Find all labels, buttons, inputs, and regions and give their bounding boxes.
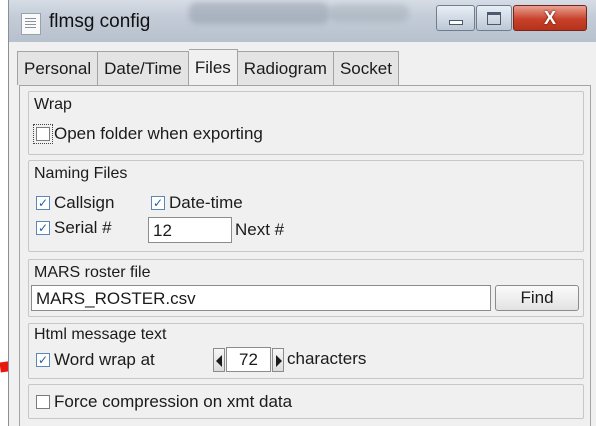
close-button[interactable]: X <box>513 5 587 31</box>
naming-files-group-label: Naming Files <box>34 165 128 182</box>
wrap-group: Wrap Open folder when exporting <box>28 91 584 155</box>
right-arrow-icon <box>276 355 282 367</box>
serial-option[interactable]: ✓ Serial # <box>36 218 112 238</box>
close-icon: X <box>543 7 556 28</box>
force-compression-option[interactable]: Force compression on xmt data <box>36 392 292 412</box>
maximize-icon <box>487 11 501 25</box>
tab-date-time[interactable]: Date/Time <box>98 51 189 85</box>
force-compression-checkbox[interactable] <box>36 395 50 409</box>
find-button[interactable]: Find <box>495 285 579 311</box>
open-folder-checkbox[interactable] <box>33 124 53 144</box>
open-folder-option[interactable]: Open folder when exporting <box>33 124 263 144</box>
mars-roster-group-label: MARS roster file <box>34 264 151 281</box>
word-wrap-checkbox[interactable]: ✓ <box>36 353 50 367</box>
mars-roster-group: MARS roster file MARS_ROSTER.csv Find <box>28 259 584 317</box>
word-wrap-label: Word wrap at <box>54 350 155 369</box>
tab-personal[interactable]: Personal <box>17 51 99 85</box>
callsign-label: Callsign <box>54 193 115 212</box>
config-window: flmsg config X Personal Date/Time Files … <box>8 0 596 426</box>
tab-files[interactable]: Files <box>188 49 238 85</box>
word-wrap-option[interactable]: ✓ Word wrap at <box>36 350 155 370</box>
wrap-group-label: Wrap <box>34 96 72 113</box>
mars-roster-file-input[interactable]: MARS_ROSTER.csv <box>31 285 491 311</box>
app-icon <box>21 13 41 35</box>
callsign-option[interactable]: ✓ Callsign <box>36 193 114 213</box>
tab-bar: Personal Date/Time Files Radiogram Socke… <box>17 49 399 85</box>
tab-radiogram[interactable]: Radiogram <box>237 51 334 85</box>
wrap-width-input[interactable]: 72 <box>226 347 271 372</box>
serial-label: Serial # <box>54 218 112 237</box>
minimize-icon <box>448 19 463 25</box>
next-serial-input[interactable]: 12 <box>148 217 232 243</box>
open-folder-label: Open folder when exporting <box>54 124 263 143</box>
compression-group: Force compression on xmt data <box>28 384 584 419</box>
files-tab-panel: Wrap Open folder when exporting Naming F… <box>19 85 591 426</box>
minimize-button[interactable] <box>436 5 475 31</box>
decrement-button[interactable] <box>213 348 225 372</box>
datetime-checkbox[interactable]: ✓ <box>151 196 165 210</box>
title-bar[interactable]: flmsg config X <box>9 0 596 42</box>
serial-checkbox[interactable]: ✓ <box>36 221 50 235</box>
next-serial-label: Next # <box>235 220 285 239</box>
maximize-button[interactable] <box>476 5 512 31</box>
tab-socket[interactable]: Socket <box>333 51 399 85</box>
datetime-option[interactable]: ✓ Date-time <box>151 193 243 213</box>
callsign-checkbox[interactable]: ✓ <box>36 196 50 210</box>
html-message-group-label: Html message text <box>34 326 167 343</box>
naming-files-group: Naming Files ✓ Callsign ✓ Date-time ✓ Se… <box>28 160 584 252</box>
increment-button[interactable] <box>272 348 284 372</box>
datetime-label: Date-time <box>169 193 243 212</box>
force-compression-label: Force compression on xmt data <box>54 392 293 411</box>
left-arrow-icon <box>216 355 222 367</box>
characters-label: characters <box>287 349 367 368</box>
html-message-group: Html message text ✓ Word wrap at 72 char… <box>28 323 584 379</box>
window-title: flmsg config <box>49 11 151 32</box>
